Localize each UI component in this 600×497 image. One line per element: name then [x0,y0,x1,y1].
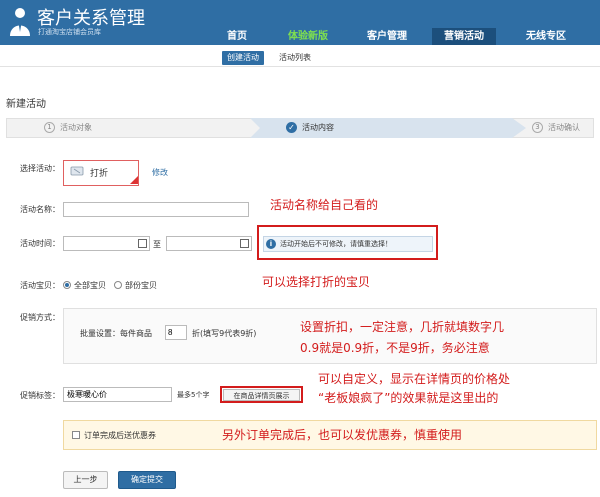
step-3-number: 3 [532,122,543,133]
batch-setting-suffix: 折(填写9代表9折) [192,329,257,338]
info-icon: i [266,239,276,249]
previous-step-button[interactable]: 上一步 [63,471,108,489]
tag-label: 促销标签： [20,391,60,400]
app-subtitle: 打通淘宝店铺会员库 [38,28,101,36]
step-1-label: 活动对象 [60,123,92,132]
step-2: ✓ 活动内容 [286,120,334,136]
radio-all-items[interactable] [63,281,71,289]
promo-label: 促销方式： [20,313,60,322]
activity-type-label: 选择活动： [20,164,60,173]
coupon-label: 订单完成后送优惠券 [84,431,156,440]
radio-all-items-label: 全部宝贝 [74,281,106,290]
nav-home[interactable]: 首页 [222,28,252,45]
activity-name-label: 活动名称： [20,205,60,214]
date-separator: 至 [153,240,161,249]
time-hint: 活动开始后不可修改，请慎重选择！ [263,236,433,252]
step-2-label: 活动内容 [302,123,334,132]
discount-tag-icon [70,166,84,176]
annotation-tag-2: “老板娘疯了”的效果就是这里出的 [318,391,499,405]
discount-input[interactable] [165,325,187,340]
radio-partial-items-label: 部份宝贝 [125,281,157,290]
selected-corner-icon [130,176,138,184]
activity-type-value: 打折 [90,169,109,179]
activity-items-label: 活动宝贝： [20,281,60,290]
annotation-name: 活动名称给自己看的 [270,198,379,212]
show-on-detail-button[interactable]: 在商品详情页展示 [223,389,300,401]
nav-wireless[interactable]: 无线专区 [516,28,576,45]
tag-limit-text: 最多5个字 [177,391,210,399]
radio-partial-items[interactable] [114,281,122,289]
batch-setting-label: 批量设置：每件商品 [80,329,152,338]
annotation-promo-1: 设置折扣，一定注意，几折就填数字几 [300,320,505,334]
logo-icon [10,8,30,36]
step-3-label: 活动确认 [548,123,580,132]
tab-create-activity[interactable]: 创建活动 [222,51,264,65]
edit-link[interactable]: 修改 [152,167,168,178]
submit-button[interactable]: 确定提交 [118,471,176,489]
tag-input[interactable] [63,387,172,402]
annotation-items: 可以选择打折的宝贝 [262,275,371,289]
step-1-number: 1 [44,122,55,133]
calendar-icon[interactable] [240,239,249,248]
calendar-icon[interactable] [138,239,147,248]
step-3: 3 活动确认 [532,120,580,136]
annotation-promo-2: 0.9就是0.9折，不是9折，务必注意 [300,341,490,355]
nav-try-new[interactable]: 体验新版 [282,28,334,45]
nav-marketing[interactable]: 营销活动 [432,28,496,45]
step-1: 1 活动对象 [44,120,92,136]
nav-customer-management[interactable]: 客户管理 [361,28,413,45]
activity-time-label: 活动时间： [20,239,60,248]
check-icon: ✓ [286,122,297,133]
page-title: 新建活动 [6,99,46,110]
coupon-checkbox[interactable] [72,431,80,439]
annotation-tag-1: 可以自定义，显示在详情页的价格处 [318,372,511,386]
activity-name-input[interactable] [63,202,249,217]
start-date-input[interactable] [63,236,150,251]
annotation-coupon: 另外订单完成后，也可以发优惠券，慎重使用 [222,428,463,442]
tab-activity-list[interactable]: 活动列表 [279,51,311,65]
